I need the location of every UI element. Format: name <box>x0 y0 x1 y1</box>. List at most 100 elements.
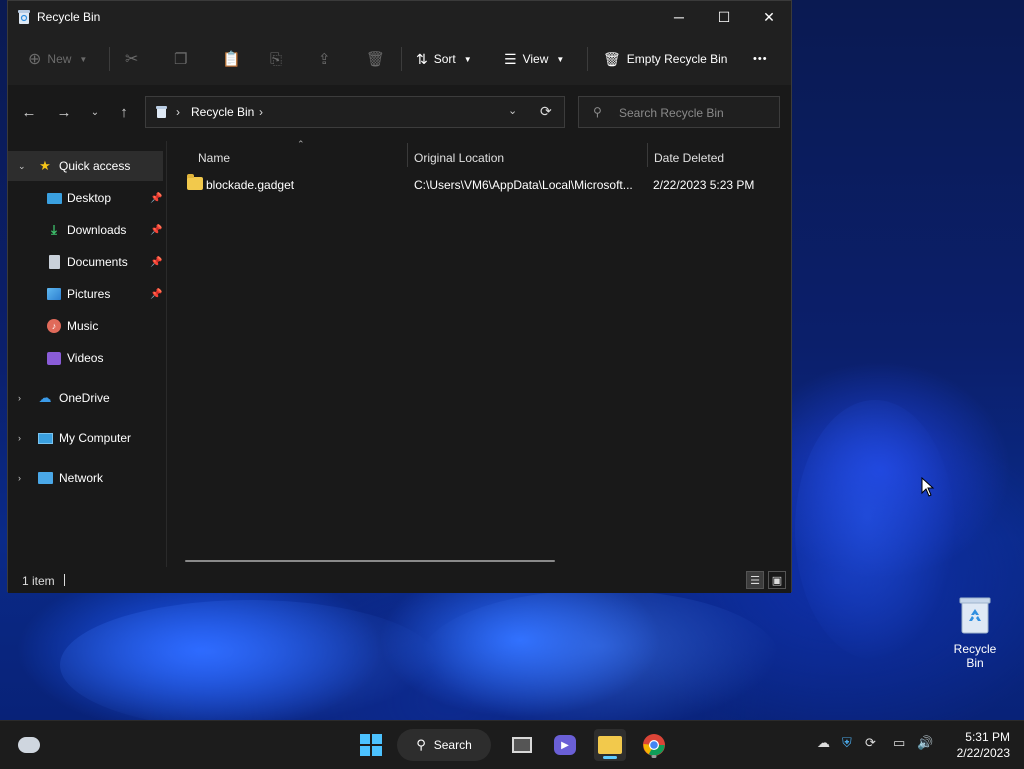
scissors-icon: ✂ <box>125 51 139 68</box>
view-lines-icon: ☰ <box>504 50 517 67</box>
task-view-button[interactable] <box>506 729 538 761</box>
empty-recycle-bin-label: Empty Recycle Bin <box>626 52 728 66</box>
sidebar-item-videos[interactable]: Videos <box>8 343 163 373</box>
pictures-icon <box>46 286 62 302</box>
sidebar-item-quick-access[interactable]: ⌄ ★ Quick access <box>8 151 163 181</box>
empty-recycle-bin-button[interactable]: 🗑 Empty Recycle Bin <box>603 45 727 73</box>
column-header-original-location[interactable]: Original Location <box>414 145 504 171</box>
up-button[interactable]: ↑ <box>112 101 136 123</box>
column-divider[interactable] <box>647 143 648 167</box>
chevron-right-icon[interactable]: › <box>18 433 21 443</box>
forward-button[interactable]: → <box>52 101 76 123</box>
address-bar[interactable]: › Recycle Bin › ⌄ ⟳ <box>145 96 565 128</box>
chevron-right-icon[interactable]: › <box>18 393 21 403</box>
cut-button[interactable]: ✂ <box>125 45 138 73</box>
search-icon: ⚲ <box>416 737 426 752</box>
desktop-folder-icon <box>46 190 62 206</box>
sidebar-item-label: Music <box>67 319 99 333</box>
details-view-button[interactable]: ☰ <box>746 571 764 589</box>
volume-icon[interactable]: 🔊 <box>917 735 933 751</box>
close-button[interactable]: ✕ <box>746 1 792 33</box>
clock-time: 5:31 PM <box>965 730 1010 744</box>
toolbar-divider <box>401 47 402 71</box>
chevron-right-icon[interactable]: › <box>259 105 263 119</box>
sidebar-item-onedrive[interactable]: › ☁ OneDrive <box>8 383 163 413</box>
large-icons-view-button[interactable]: ▣ <box>768 571 786 589</box>
window-title: Recycle Bin <box>37 10 101 24</box>
more-options-button[interactable]: ••• <box>753 45 768 73</box>
paste-button[interactable]: 📋 <box>222 45 241 73</box>
teams-chat-button[interactable]: ▶ <box>549 729 581 761</box>
search-box[interactable]: ⚲ <box>578 96 780 128</box>
new-button[interactable]: ⊕ New ▼ <box>28 45 87 73</box>
clipboard-icon: 📋 <box>222 51 241 68</box>
refresh-button[interactable]: ⟳ <box>540 103 552 120</box>
column-header-date-deleted[interactable]: Date Deleted <box>654 145 724 171</box>
star-icon: ★ <box>39 158 51 173</box>
sync-icon[interactable]: ⟳ <box>865 735 876 751</box>
mouse-cursor-icon <box>921 477 935 497</box>
network-offline-icon[interactable]: ☁ <box>817 735 830 751</box>
sidebar-item-network[interactable]: › Network <box>8 463 163 493</box>
copy-button[interactable]: ❐ <box>174 45 187 73</box>
breadcrumb-recycle-bin[interactable]: Recycle Bin <box>191 105 254 119</box>
arrow-left-icon: ← <box>21 103 37 121</box>
security-shield-icon[interactable]: ⛨ <box>842 735 852 751</box>
share-button[interactable]: ⇪ <box>318 45 331 73</box>
command-bar: ⊕ New ▼ ✂ ❐ 📋 ⎘ ⇪ 🗑 ⇅ Sort ▼ ☰ View ▼ 🗑 … <box>8 33 791 86</box>
chevron-down-icon: ⌄ <box>90 106 100 118</box>
column-header-name[interactable]: Name <box>198 145 230 171</box>
toolbar-divider <box>109 47 110 71</box>
sidebar-item-pictures[interactable]: Pictures 📌 <box>8 279 163 309</box>
chrome-taskbar-button[interactable] <box>638 729 670 761</box>
chevron-down-icon[interactable]: ⌄ <box>18 161 26 172</box>
toolbar-divider <box>587 47 588 71</box>
chevron-down-icon: ▼ <box>556 54 565 64</box>
search-icon: ⚲ <box>593 105 602 119</box>
sidebar-item-downloads[interactable]: ⤓ Downloads 📌 <box>8 215 163 245</box>
search-input[interactable] <box>617 104 776 122</box>
back-button[interactable]: ← <box>17 101 41 123</box>
taskbar-search-button[interactable]: ⚲ Search <box>397 729 491 761</box>
taskbar-search-label: Search <box>433 738 472 752</box>
recent-locations-button[interactable]: ⌄ <box>83 101 107 123</box>
delete-button[interactable]: 🗑 <box>366 45 385 73</box>
my-computer-label: My Computer <box>59 431 132 445</box>
sort-button[interactable]: ⇅ Sort ▼ <box>416 45 472 73</box>
wallpaper-swirl <box>795 400 955 660</box>
horizontal-scrollbar[interactable] <box>185 560 555 562</box>
chat-icon: ▶ <box>554 735 576 755</box>
view-button[interactable]: ☰ View ▼ <box>504 45 564 73</box>
display-icon[interactable]: ▭ <box>893 735 905 751</box>
recycle-bin-small-icon <box>18 10 30 24</box>
arrow-up-icon: ↑ <box>120 103 128 121</box>
file-explorer-taskbar-button[interactable] <box>594 729 626 761</box>
desktop-recycle-bin[interactable]: Recycle Bin <box>944 595 1006 670</box>
running-indicator <box>651 755 657 758</box>
start-button[interactable] <box>355 729 387 761</box>
rename-icon: ⎘ <box>270 50 283 68</box>
navigation-pane: ⌄ ★ Quick access Desktop 📌 ⤓ Downloads 📌… <box>8 141 166 567</box>
sidebar-item-documents[interactable]: Documents 📌 <box>8 247 163 277</box>
widgets-button[interactable] <box>13 729 45 761</box>
rename-button[interactable]: ⎘ <box>270 45 282 73</box>
minimize-button[interactable]: ─ <box>656 1 702 33</box>
sidebar-item-music[interactable]: ♪ Music <box>8 311 163 341</box>
folder-icon <box>187 174 203 190</box>
status-divider <box>64 574 65 586</box>
file-row[interactable]: blockade.gadget C:\Users\VM6\AppData\Loc… <box>183 173 783 197</box>
sidebar-item-desktop[interactable]: Desktop 📌 <box>8 183 163 213</box>
column-divider[interactable] <box>407 143 408 167</box>
chevron-right-icon: › <box>176 105 180 119</box>
title-bar[interactable]: Recycle Bin ─ ☐ ✕ <box>8 1 791 33</box>
pin-icon: 📌 <box>150 192 163 204</box>
system-clock[interactable]: 5:31 PM 2/22/2023 <box>944 729 1010 761</box>
pin-icon: 📌 <box>150 256 163 268</box>
chevron-down-icon: ▼ <box>463 54 472 64</box>
taskbar: ⚲ Search ▶ ☁ ⛨ ⟳ ▭ 🔊 5:31 PM 2/22/2023 <box>0 720 1024 769</box>
sidebar-item-my-computer[interactable]: › My Computer <box>8 423 163 453</box>
chevron-right-icon[interactable]: › <box>18 473 21 483</box>
more-icon: ••• <box>753 53 768 65</box>
address-history-button[interactable]: ⌄ <box>508 104 517 117</box>
maximize-button[interactable]: ☐ <box>701 1 747 33</box>
